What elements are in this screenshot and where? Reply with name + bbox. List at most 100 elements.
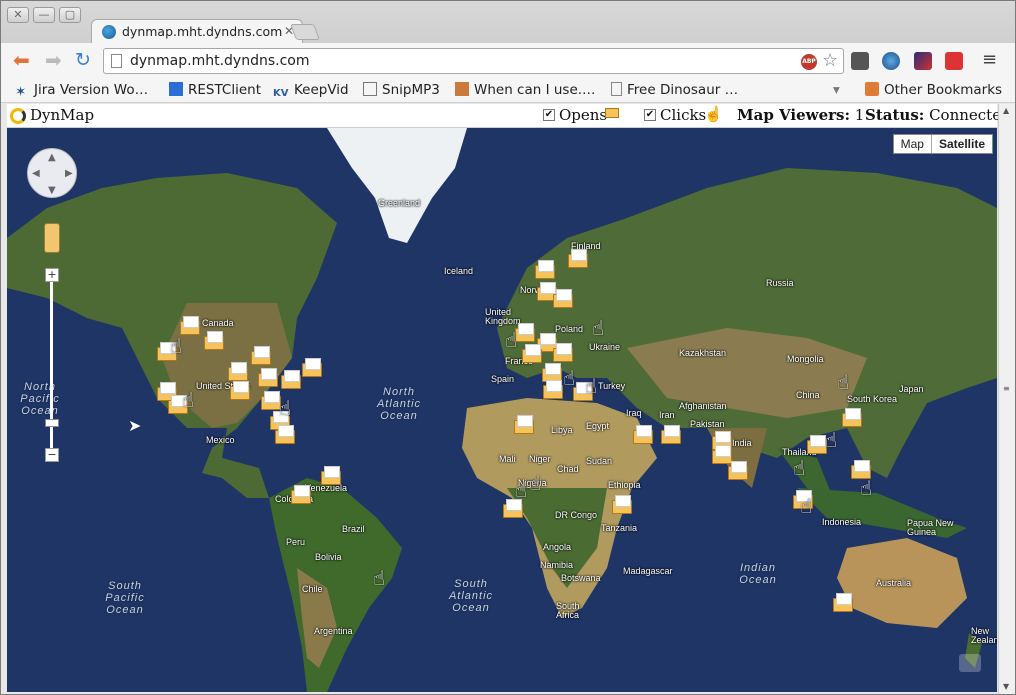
tab-dynmap[interactable]: dynmap.mht.dyndns.com ✕ — [91, 19, 303, 44]
email-open-marker[interactable] — [251, 346, 271, 365]
click-hand-marker[interactable]: ☝ — [592, 318, 604, 338]
map-label: Libya — [551, 425, 573, 435]
pan-down-icon[interactable]: ▼ — [48, 185, 56, 196]
pan-left-icon[interactable]: ◀ — [32, 168, 40, 179]
extension-screenshot-icon[interactable] — [851, 52, 869, 70]
opens-checkbox[interactable]: ✔ — [543, 109, 555, 121]
pan-up-icon[interactable]: ▲ — [48, 152, 56, 163]
map-label: Botswana — [561, 573, 601, 583]
email-open-marker[interactable] — [228, 362, 248, 381]
click-hand-marker[interactable]: ☝ — [860, 478, 872, 498]
maximize-window-button[interactable]: ▢ — [59, 7, 81, 23]
zoom-slider-handle[interactable] — [45, 419, 59, 427]
bookmark-dinosaur[interactable]: Free Dinosaur … — [611, 82, 738, 98]
email-open-marker[interactable] — [553, 289, 573, 308]
bookmark-other[interactable]: Other Bookmarks — [865, 82, 1002, 98]
email-open-marker[interactable] — [543, 380, 563, 399]
email-open-marker[interactable] — [807, 435, 827, 454]
bookmark-label: SnipMP3 — [382, 82, 440, 98]
email-open-marker[interactable] — [281, 370, 301, 389]
zoom-in-button[interactable]: + — [45, 268, 59, 282]
bookmark-restclient[interactable]: RESTClient — [169, 82, 261, 98]
extension-td-icon[interactable] — [945, 52, 963, 70]
email-open-marker[interactable] — [514, 415, 534, 434]
restclient-icon — [169, 82, 183, 96]
address-bar[interactable]: dynmap.mht.dyndns.com ABP ☆ — [103, 48, 844, 74]
email-open-marker[interactable] — [612, 495, 632, 514]
map-label: Mongolia — [787, 354, 824, 364]
bookmark-snipmp3[interactable]: SnipMP3 — [363, 82, 440, 98]
map-type-map-button[interactable]: Map — [894, 135, 931, 153]
scroll-down-arrow-icon[interactable]: ▼ — [1003, 682, 1009, 691]
click-hand-marker[interactable]: ☝ — [563, 368, 575, 388]
new-tab-button[interactable] — [290, 24, 320, 40]
click-hand-marker[interactable]: ☝ — [800, 496, 812, 516]
map-label: Japan — [899, 384, 924, 394]
click-hand-marker[interactable]: ☝ — [182, 390, 194, 410]
email-open-marker[interactable] — [230, 381, 250, 400]
map-label: Kazakhstan — [679, 348, 727, 358]
email-open-marker[interactable] — [180, 316, 200, 335]
vertical-scrollbar[interactable]: ▲ ≡ ▼ — [998, 104, 1015, 694]
email-open-marker[interactable] — [568, 249, 588, 268]
email-open-marker[interactable] — [321, 466, 341, 485]
email-open-marker[interactable] — [515, 323, 535, 342]
map-label: Greenland — [378, 198, 421, 208]
email-open-marker[interactable] — [728, 461, 748, 480]
email-open-marker[interactable] — [833, 593, 853, 612]
email-open-marker[interactable] — [302, 358, 322, 377]
click-hand-marker[interactable]: ☝ — [793, 458, 805, 478]
back-arrow-icon[interactable]: ⬅ — [13, 50, 30, 70]
street-view-pegman-icon[interactable] — [44, 223, 60, 253]
click-hand-marker[interactable]: ☝ — [585, 376, 597, 396]
bookmarks-overflow-chevron-icon[interactable]: ▾ — [833, 82, 840, 98]
clicks-checkbox[interactable]: ✔ — [644, 109, 656, 121]
zoom-track[interactable] — [50, 276, 53, 456]
map-type-satellite-button[interactable]: Satellite — [930, 135, 992, 153]
email-open-marker[interactable] — [261, 391, 281, 410]
browser-window: ✕ — ▢ dynmap.mht.dyndns.com ✕ ⬅ ➡ ↻ dynm… — [0, 0, 1016, 695]
reload-icon[interactable]: ↻ — [75, 50, 91, 70]
scroll-up-arrow-icon[interactable]: ▲ — [1003, 106, 1009, 115]
bookmark-caniuse[interactable]: When can I use.… — [455, 82, 596, 98]
click-hand-marker[interactable]: ☝ — [529, 473, 541, 493]
close-window-button[interactable]: ✕ — [7, 7, 29, 23]
minimize-window-button[interactable]: — — [33, 7, 55, 23]
bookmark-jira[interactable]: ✶ Jira Version Wo… — [15, 82, 148, 100]
globe-icon — [102, 25, 116, 39]
email-open-marker[interactable] — [553, 343, 573, 362]
pan-control[interactable]: ▲ ▼ ◀ ▶ — [27, 148, 77, 198]
email-open-marker[interactable] — [204, 331, 224, 350]
scroll-grip-icon[interactable]: ≡ — [1003, 384, 1010, 393]
forward-arrow-icon[interactable]: ➡ — [45, 50, 62, 70]
click-hand-marker[interactable]: ☝ — [837, 372, 849, 392]
click-hand-marker[interactable]: ☝ — [279, 398, 291, 418]
map-label: Tanzania — [601, 523, 638, 533]
email-open-marker[interactable] — [535, 260, 555, 279]
click-hand-marker[interactable]: ☝ — [515, 480, 527, 500]
email-open-marker[interactable] — [275, 425, 295, 444]
bookmark-star-icon[interactable]: ☆ — [822, 50, 838, 71]
share-icon[interactable] — [959, 654, 981, 672]
extension-rocket-icon[interactable] — [914, 52, 932, 70]
email-open-marker[interactable] — [842, 408, 862, 427]
click-hand-marker[interactable]: ☝ — [505, 330, 517, 350]
email-open-marker[interactable] — [258, 368, 278, 387]
bookmark-keepvid[interactable]: KV KeepVid — [273, 82, 349, 102]
world-map[interactable]: Greenland Iceland Finland Norway Russia … — [7, 128, 997, 692]
adblock-icon[interactable]: ABP — [801, 54, 817, 70]
extension-globe-icon[interactable] — [882, 52, 900, 70]
email-open-marker[interactable] — [633, 425, 653, 444]
pan-right-icon[interactable]: ▶ — [65, 168, 73, 179]
email-open-marker[interactable] — [522, 344, 542, 363]
click-hand-marker[interactable]: ☝ — [373, 568, 385, 588]
email-open-marker[interactable] — [291, 485, 311, 504]
menu-icon[interactable]: ≡ — [982, 50, 997, 70]
zoom-out-button[interactable]: − — [45, 448, 59, 462]
email-open-marker[interactable] — [503, 499, 523, 518]
click-hand-marker[interactable]: ☝ — [825, 430, 837, 450]
zoom-control: + − — [45, 268, 59, 464]
email-open-marker[interactable] — [661, 425, 681, 444]
click-hand-marker[interactable]: ☝ — [170, 336, 182, 356]
email-open-marker[interactable] — [712, 445, 732, 464]
